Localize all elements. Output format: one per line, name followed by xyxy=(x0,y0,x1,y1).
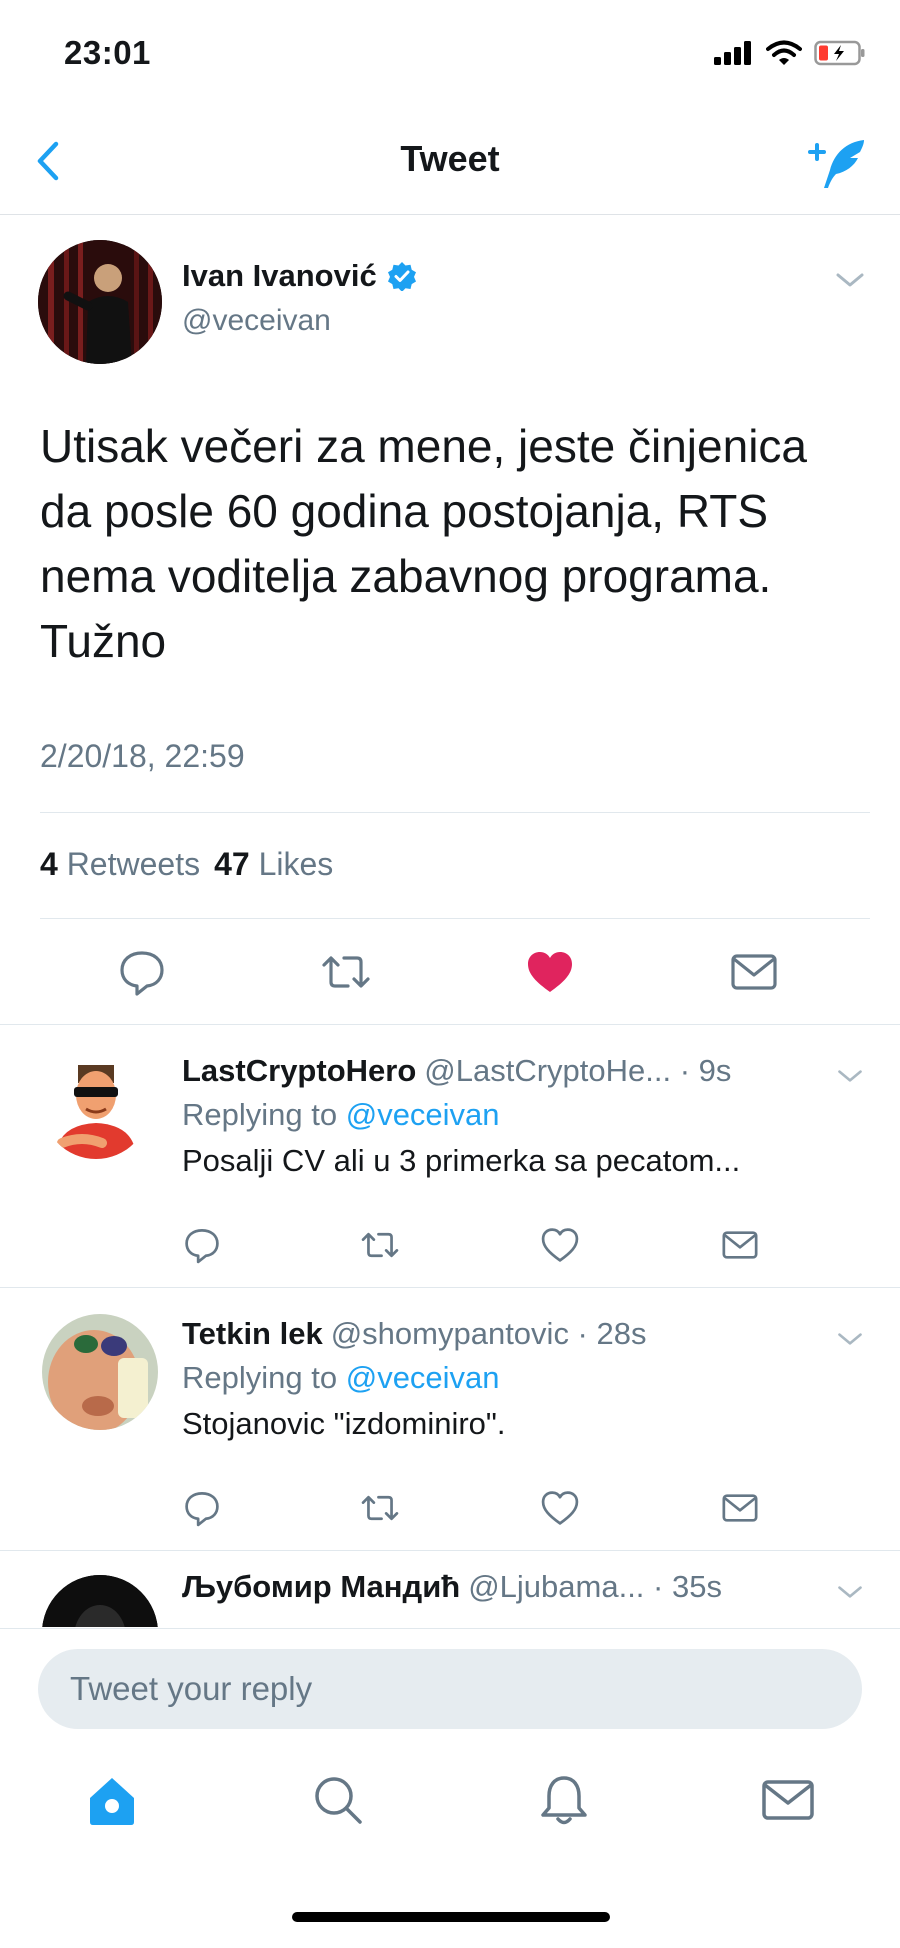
reply-avatar[interactable] xyxy=(42,1051,150,1159)
author-name-text: Ivan Ivanović xyxy=(182,258,377,293)
tab-home[interactable] xyxy=(82,1770,142,1830)
status-icons xyxy=(714,38,866,68)
reply-author-name[interactable]: Tetkin lek xyxy=(182,1316,323,1352)
tweet-text-line: da posle 60 godina postojanja, RTS xyxy=(40,485,769,537)
reply-icon[interactable] xyxy=(116,946,168,998)
author-name[interactable]: Ivan Ivanović xyxy=(182,258,417,294)
reply-tweet[interactable]: Tetkin lek @shomypantovic · 28s Replying… xyxy=(0,1288,900,1550)
battery-icon xyxy=(814,40,865,66)
reply-avatar[interactable] xyxy=(42,1314,158,1430)
author-handle[interactable]: @veceivan xyxy=(182,304,331,338)
compose-tweet-button[interactable] xyxy=(806,136,870,192)
tweet-actions xyxy=(0,938,900,1006)
reply-author-handle[interactable]: @Ljubama... · 35s xyxy=(468,1569,722,1605)
like-heart-filled-icon[interactable] xyxy=(524,946,576,998)
tweet-text: Utisak večeri za mene, jeste činjenica d… xyxy=(40,414,860,674)
notifications-bell-icon xyxy=(541,1776,587,1825)
reply-tweet[interactable]: Љубомир Мандић @Ljubama... · 35s xyxy=(0,1551,900,1627)
reply-header: Tetkin lek @shomypantovic · 28s xyxy=(182,1316,646,1352)
retweets-stat[interactable]: 4 Retweets xyxy=(40,846,200,883)
reply-tweet[interactable]: LastCryptoHero @LastCryptoHe... · 9s Rep… xyxy=(0,1025,900,1287)
retweets-label: Retweets xyxy=(66,846,201,882)
tweet-stats: 4 Retweets 47 Likes xyxy=(40,846,333,883)
reply-author-name[interactable]: Љубомир Мандић xyxy=(182,1569,460,1605)
reply-options-chevron-down-icon[interactable] xyxy=(836,1067,864,1085)
tab-messages[interactable] xyxy=(758,1770,818,1830)
reply-author-name[interactable]: LastCryptoHero xyxy=(182,1053,416,1089)
tweet-text-line: nema voditelja zabavnog programa. xyxy=(40,550,772,602)
home-indicator[interactable] xyxy=(292,1912,610,1922)
compose-feather-icon xyxy=(808,140,864,188)
home-icon xyxy=(90,1778,134,1825)
wifi-icon xyxy=(766,40,802,65)
tweet-options-chevron-down-icon[interactable] xyxy=(834,270,866,290)
reply-options-chevron-down-icon[interactable] xyxy=(836,1330,864,1348)
reply-header: LastCryptoHero @LastCryptoHe... · 9s xyxy=(182,1053,731,1089)
likes-stat[interactable]: 47 Likes xyxy=(214,846,333,883)
reply-avatar-image xyxy=(42,1575,158,1627)
reply-avatar-image xyxy=(42,1314,158,1430)
reply-header: Љубомир Мандић @Ljubama... · 35s xyxy=(182,1569,722,1605)
author-avatar-image xyxy=(38,240,162,364)
reply-icon[interactable] xyxy=(182,1488,222,1528)
divider xyxy=(40,918,870,919)
messages-envelope-icon xyxy=(762,1780,814,1820)
divider xyxy=(40,812,870,813)
direct-message-icon[interactable] xyxy=(720,1225,760,1265)
direct-message-icon[interactable] xyxy=(728,946,780,998)
replying-to-label: Replying to xyxy=(182,1097,338,1132)
nav-bar: Tweet xyxy=(0,110,900,215)
replying-to-handle-link[interactable]: @veceivan xyxy=(346,1360,500,1395)
tab-bar xyxy=(0,1742,900,1882)
like-heart-icon[interactable] xyxy=(540,1488,580,1528)
retweet-icon[interactable] xyxy=(320,946,372,998)
likes-count: 47 xyxy=(214,846,250,882)
reply-avatar[interactable] xyxy=(42,1575,158,1627)
replying-to: Replying to @veceivan xyxy=(182,1097,500,1133)
replying-to-label: Replying to xyxy=(182,1360,338,1395)
reply-icon[interactable] xyxy=(182,1225,222,1265)
retweet-icon[interactable] xyxy=(360,1225,400,1265)
direct-message-icon[interactable] xyxy=(720,1488,760,1528)
page-title: Tweet xyxy=(400,138,500,179)
tab-search[interactable] xyxy=(308,1770,368,1830)
tweet-text-line: Utisak večeri za mene, jeste činjenica xyxy=(40,420,807,472)
tweet-text-line: Tužno xyxy=(40,615,167,667)
search-icon xyxy=(315,1777,362,1824)
like-heart-icon[interactable] xyxy=(540,1225,580,1265)
signal-icon xyxy=(714,41,751,65)
replying-to: Replying to @veceivan xyxy=(182,1360,500,1396)
reply-author-handle[interactable]: @LastCryptoHe... · 9s xyxy=(424,1053,731,1089)
reply-composer xyxy=(0,1628,900,1739)
author-avatar[interactable] xyxy=(38,240,162,364)
reply-input[interactable] xyxy=(38,1649,862,1729)
tweet-timestamp: 2/20/18, 22:59 xyxy=(40,738,245,774)
tab-notifications[interactable] xyxy=(534,1770,594,1830)
likes-label: Likes xyxy=(258,846,334,882)
retweets-count: 4 xyxy=(40,846,58,882)
status-time: 23:01 xyxy=(64,34,151,71)
reply-options-chevron-down-icon[interactable] xyxy=(836,1583,864,1601)
verified-badge-icon xyxy=(387,262,416,291)
reply-text: Stojanovic "izdominiro". xyxy=(182,1406,506,1441)
reply-text: Posalji CV ali u 3 primerka sa pecatom..… xyxy=(182,1143,741,1178)
reply-avatar-image xyxy=(42,1051,150,1159)
retweet-icon[interactable] xyxy=(360,1488,400,1528)
reply-author-handle[interactable]: @shomypantovic · 28s xyxy=(331,1316,647,1352)
replying-to-handle-link[interactable]: @veceivan xyxy=(346,1097,500,1132)
